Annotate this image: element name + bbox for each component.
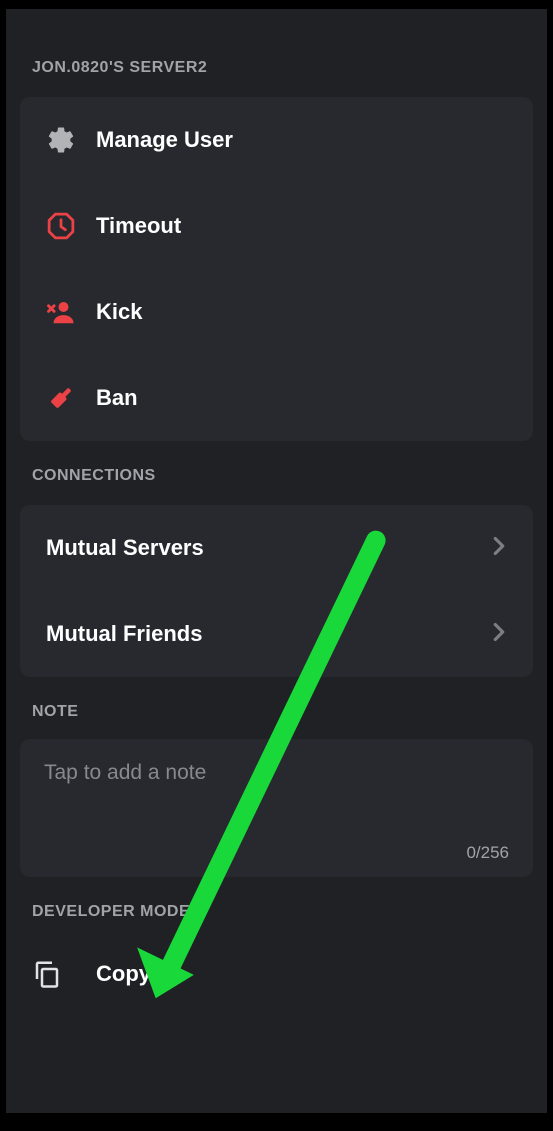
ban-button[interactable]: Ban xyxy=(20,355,533,441)
timeout-label: Timeout xyxy=(96,213,181,239)
connections-card: Mutual Servers Mutual Friends xyxy=(20,505,533,677)
manage-user-button[interactable]: Manage User xyxy=(20,97,533,183)
kick-label: Kick xyxy=(96,299,142,325)
note-char-counter: 0/256 xyxy=(466,843,509,863)
ban-label: Ban xyxy=(96,385,138,411)
connections-section-header: CONNECTIONS xyxy=(6,441,547,485)
copy-id-icon xyxy=(32,959,96,989)
gear-icon xyxy=(46,125,96,155)
kick-button[interactable]: Kick xyxy=(20,269,533,355)
kick-user-icon xyxy=(46,297,96,327)
user-profile-panel: JON.0820'S SERVER2 Manage User Timeout xyxy=(6,9,547,1113)
manage-user-label: Manage User xyxy=(96,127,233,153)
mutual-friends-label: Mutual Friends xyxy=(46,621,202,647)
timeout-button[interactable]: Timeout xyxy=(20,183,533,269)
ban-hammer-icon xyxy=(46,383,96,413)
note-card: 0/256 xyxy=(20,739,533,877)
chevron-right-icon xyxy=(491,536,507,561)
developer-section-header: DEVELOPER MODE xyxy=(6,877,547,921)
server-actions-card: Manage User Timeout Kick xyxy=(20,97,533,441)
timeout-icon xyxy=(46,211,96,241)
mutual-friends-button[interactable]: Mutual Friends xyxy=(20,591,533,677)
copy-id-button[interactable]: Copy ID xyxy=(6,935,547,1013)
note-input[interactable] xyxy=(44,761,509,785)
mutual-servers-label: Mutual Servers xyxy=(46,535,204,561)
copy-id-label: Copy ID xyxy=(96,961,179,987)
server-section-header: JON.0820'S SERVER2 xyxy=(6,9,547,77)
note-section-header: NOTE xyxy=(6,677,547,721)
chevron-right-icon xyxy=(491,622,507,647)
mutual-servers-button[interactable]: Mutual Servers xyxy=(20,505,533,591)
